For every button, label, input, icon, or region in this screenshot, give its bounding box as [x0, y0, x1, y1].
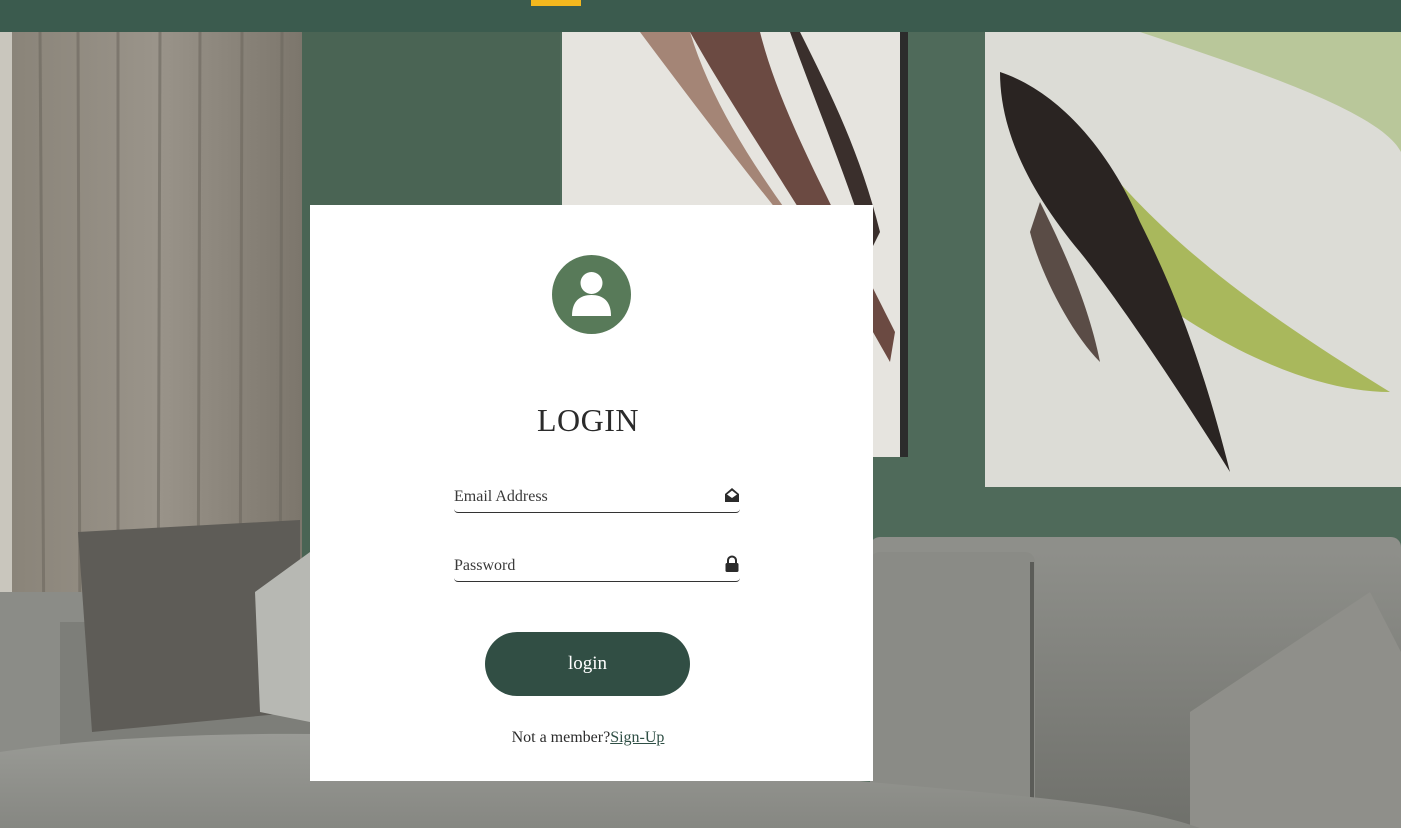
login-button[interactable]: login — [485, 632, 690, 696]
signup-prompt: Not a member?Sign-Up — [310, 729, 866, 747]
not-member-text: Not a member? — [511, 729, 611, 746]
user-icon — [552, 255, 631, 334]
email-field-wrapper — [454, 481, 740, 513]
envelope-open-icon — [724, 486, 740, 504]
page-title: LOGIN — [536, 402, 640, 438]
email-field[interactable] — [454, 481, 716, 511]
signup-link[interactable]: Sign-Up — [610, 729, 664, 746]
password-field[interactable] — [454, 550, 716, 580]
top-navigation-bar — [0, 0, 1401, 32]
active-nav-indicator — [531, 0, 581, 6]
login-card: LOGIN login Not a member?Sign-Up — [310, 205, 873, 781]
password-field-wrapper — [454, 550, 740, 582]
lock-icon — [724, 555, 740, 573]
